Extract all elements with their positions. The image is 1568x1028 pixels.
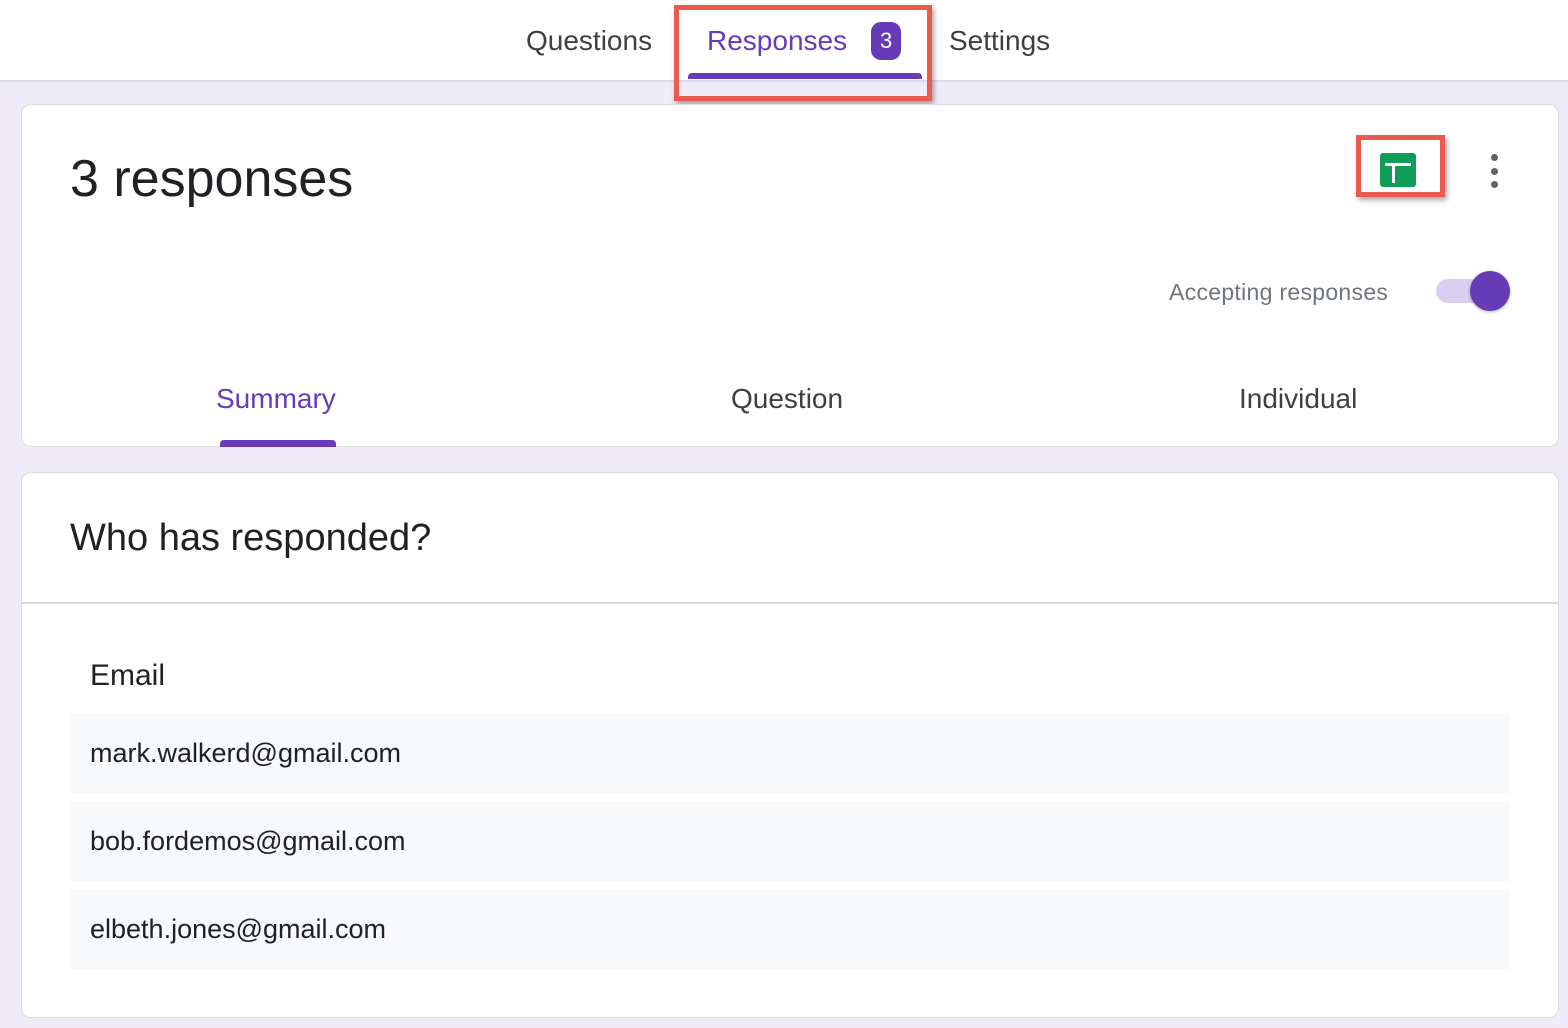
more-vert-icon[interactable] [1484, 151, 1504, 191]
more-dot-bottom [1490, 181, 1498, 188]
respondent-email-row: mark.walkerd@gmail.com [70, 713, 1510, 793]
accepting-responses-toggle-knob[interactable] [1470, 271, 1510, 311]
sheets-icon-highlight [1356, 135, 1445, 197]
responses-count-title: 3 responses [70, 150, 354, 208]
respondent-email-row: elbeth.jones@gmail.com [70, 889, 1510, 969]
respondents-title: Who has responded? [70, 517, 432, 559]
tab-settings[interactable]: Settings [949, 0, 1050, 82]
responses-tab-highlight [674, 5, 932, 101]
respondents-divider [22, 602, 1558, 604]
tab-settings-label: Settings [949, 25, 1051, 56]
subtab-active-indicator [220, 440, 336, 447]
subtab-individual[interactable]: Individual [1239, 383, 1357, 415]
respondent-email-row: bob.fordemos@gmail.com [70, 801, 1510, 881]
tab-questions[interactable]: Questions [526, 0, 652, 82]
tab-questions-label: Questions [526, 25, 653, 56]
responses-header-card: 3 responses Accepting responses Summary … [21, 104, 1559, 447]
email-column-header: Email [90, 659, 166, 692]
accepting-responses-label: Accepting responses [1169, 279, 1389, 305]
respondents-card: Who has responded? Email mark.walkerd@gm… [21, 472, 1559, 1018]
subtab-question[interactable]: Question [731, 383, 843, 415]
more-dot-top [1490, 154, 1498, 161]
subtab-summary[interactable]: Summary [216, 383, 336, 415]
more-dot-middle [1490, 167, 1498, 175]
